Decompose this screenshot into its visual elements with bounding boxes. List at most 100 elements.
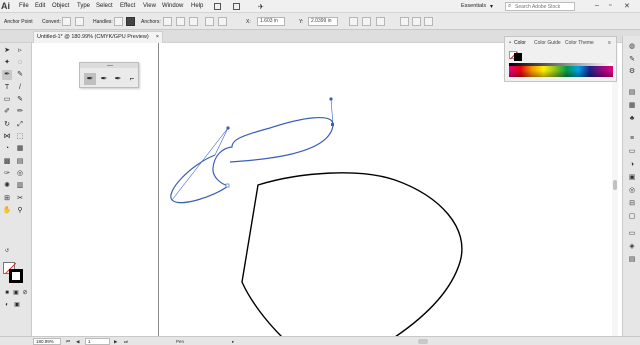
none-mode-icon[interactable]: ⊘	[20, 288, 30, 298]
align-panel-button[interactable]	[362, 17, 371, 26]
graph-icon[interactable]: ▥	[15, 181, 25, 191]
link-button[interactable]	[400, 17, 409, 26]
type-icon[interactable]: T	[2, 83, 12, 93]
hide-handles-button[interactable]	[126, 17, 135, 26]
menu-view[interactable]: View	[143, 3, 156, 9]
vertical-scroll-thumb[interactable]	[613, 180, 617, 190]
magic-wand-icon[interactable]: ✦	[2, 58, 12, 68]
zoom-icon[interactable]: ⚲	[15, 206, 25, 216]
menu-effect[interactable]: Effect	[120, 3, 135, 9]
width-icon[interactable]: ⋈	[2, 132, 12, 142]
eyedropper-icon[interactable]: ✑	[2, 169, 12, 179]
menu-object[interactable]: Object	[52, 3, 69, 9]
shape-builder-icon[interactable]: ◔	[2, 144, 12, 154]
mesh-icon[interactable]: ▩	[2, 157, 12, 167]
screen-mode-icon[interactable]: ▣	[12, 300, 22, 310]
draw-mode-icon[interactable]: ◐	[2, 300, 12, 310]
y-field[interactable]: 2.0399 in	[308, 17, 338, 26]
curvature-icon[interactable]: ✎	[15, 70, 25, 80]
pencil-icon[interactable]: ✏	[15, 107, 25, 117]
maximize-icon[interactable]: ▫	[609, 2, 611, 9]
swap-fill-stroke-icon[interactable]: ↺	[2, 246, 12, 256]
prev-artboard-icon[interactable]: ◀	[76, 339, 79, 345]
isolate-button[interactable]	[205, 17, 214, 26]
delete-anchor-icon[interactable]: ✒	[112, 73, 124, 85]
chevron-down-icon[interactable]: ▾	[490, 3, 493, 10]
layers-icon[interactable]: ▦	[627, 101, 637, 111]
transform-button[interactable]	[349, 17, 358, 26]
artboards-icon[interactable]: ▤	[627, 255, 637, 265]
arrange-documents-icon[interactable]	[233, 3, 240, 10]
panel-menu-icon[interactable]: ≡	[608, 40, 611, 46]
blend-icon[interactable]: ◎	[15, 169, 25, 179]
tab-color-guide[interactable]: Color Guide	[534, 40, 561, 46]
flyout-grip[interactable]	[80, 63, 138, 68]
search-input[interactable]	[515, 4, 573, 10]
menu-type[interactable]: Type	[77, 3, 90, 9]
pathfinder-icon[interactable]: ▢	[627, 212, 637, 222]
remove-anchor-button[interactable]	[163, 17, 172, 26]
lasso-icon[interactable]: ◌	[15, 58, 25, 68]
shaper-icon[interactable]: ✐	[2, 107, 12, 117]
convert-smooth-button[interactable]	[75, 17, 84, 26]
zoom-field[interactable]: 180.99%	[33, 338, 61, 345]
color-spectrum[interactable]	[509, 66, 613, 77]
hand-icon[interactable]: ✋	[2, 206, 12, 216]
tab-color[interactable]: Color	[514, 40, 526, 46]
color-tab-icon[interactable]: ⚬	[508, 40, 512, 46]
libraries-icon[interactable]: ⚙	[627, 67, 637, 77]
pen-icon[interactable]: ✒	[2, 70, 12, 80]
add-anchor-icon[interactable]: ✒	[98, 73, 110, 85]
symbol-sprayer-icon[interactable]: ✺	[2, 181, 12, 191]
connect-anchors-button[interactable]	[176, 17, 185, 26]
minimize-icon[interactable]: –	[595, 2, 599, 9]
paintbrush-icon[interactable]: ✎	[15, 95, 25, 105]
slice-icon[interactable]: ✂	[15, 194, 25, 204]
gpu-performance-icon[interactable]: ✈	[258, 3, 264, 11]
menu-file[interactable]: File	[19, 3, 29, 9]
menu-select[interactable]: Select	[96, 3, 113, 9]
panel-menu-button[interactable]	[424, 17, 433, 26]
perspective-icon[interactable]: ▦	[15, 144, 25, 154]
artboard-icon[interactable]: ⊞	[2, 194, 12, 204]
gradient-panel-icon[interactable]: ▭	[627, 147, 637, 157]
color-icon[interactable]: ◍	[627, 42, 637, 52]
color-guide-icon[interactable]: ✎	[627, 55, 637, 65]
selection-icon[interactable]: ➤	[2, 46, 12, 56]
cut-path-button[interactable]	[189, 17, 198, 26]
align-button[interactable]	[218, 17, 227, 26]
artboard-field[interactable]: 1	[85, 338, 110, 345]
last-artboard-icon[interactable]: ⏭	[124, 339, 128, 344]
stroke-swatch[interactable]	[9, 269, 23, 283]
panel-stroke-swatch[interactable]	[514, 53, 522, 61]
properties-icon[interactable]: ▤	[627, 88, 637, 98]
convert-corner-button[interactable]	[62, 17, 71, 26]
symbols-icon[interactable]: ♣	[627, 114, 637, 124]
bridge-icon[interactable]	[214, 3, 221, 10]
asset-export-icon[interactable]: ◈	[627, 242, 637, 252]
align-icon[interactable]: ⊟	[627, 199, 637, 209]
transparency-icon[interactable]: ◑	[627, 160, 637, 170]
menu-edit[interactable]: Edit	[35, 3, 45, 9]
graphic-styles-icon[interactable]: ◎	[627, 186, 637, 196]
rotate-icon[interactable]: ↻	[2, 120, 12, 130]
workspace-switcher[interactable]: Essentials	[461, 3, 486, 9]
tab-color-theme[interactable]: Color Theme	[565, 40, 594, 46]
path-options-button[interactable]	[412, 17, 421, 26]
close-icon[interactable]: ✕	[624, 2, 630, 10]
scale-icon[interactable]: ⤢	[15, 120, 25, 130]
links-icon[interactable]: ▭	[627, 229, 637, 239]
horizontal-scroll-thumb[interactable]	[418, 339, 428, 344]
document-tab[interactable]: Untitled-1* @ 180.99% (CMYK/GPU Preview)…	[33, 31, 163, 43]
appearance-icon[interactable]: ▣	[627, 173, 637, 183]
menu-help[interactable]: Help	[191, 3, 203, 9]
gradient-icon[interactable]: ▤	[15, 157, 25, 167]
direct-selection-icon[interactable]: ▹	[15, 46, 25, 56]
status-arrow-icon[interactable]: ▸	[232, 339, 234, 345]
pen-tool-icon[interactable]: ✒	[84, 73, 96, 85]
distribute-button[interactable]	[376, 17, 385, 26]
stock-search[interactable]: ⌕	[505, 2, 575, 11]
first-artboard-icon[interactable]: ⏮	[66, 339, 70, 344]
anchor-point-icon[interactable]: ⌐	[126, 73, 138, 85]
next-artboard-icon[interactable]: ▶	[114, 339, 117, 345]
